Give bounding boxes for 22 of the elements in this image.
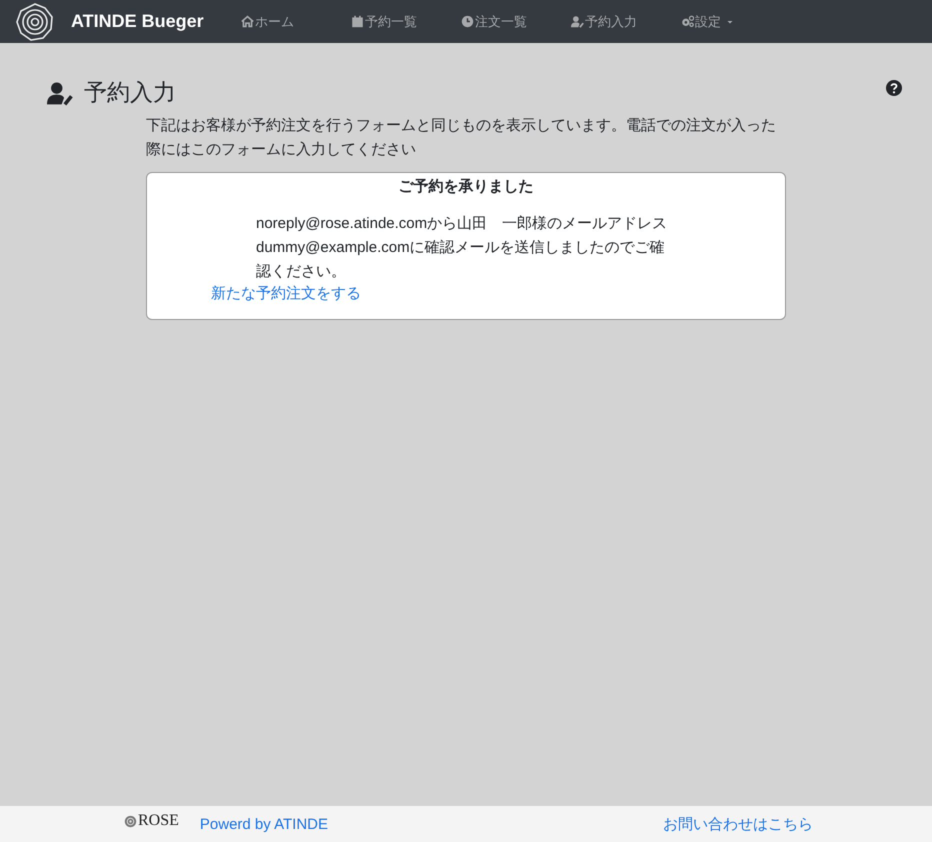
brand-name[interactable]: ATINDE Bueger — [71, 11, 241, 32]
rose-logo[interactable] — [15, 2, 55, 42]
page-description: 下記はお客様が予約注文を行うフォームと同じものを表示しています。電話での注文が入った際にはこのフォームに入力してください — [146, 116, 777, 160]
nav-link[interactable]: 注文一覧 — [461, 12, 571, 30]
user-edit-icon — [571, 15, 584, 28]
clock-icon — [461, 15, 474, 28]
gears-icon — [681, 15, 694, 28]
card-title: ご予約を承りました — [398, 177, 534, 197]
calendar-icon — [351, 15, 364, 28]
user-edit-icon — [45, 80, 75, 106]
nav-link[interactable]: 設定 — [681, 12, 791, 30]
nav-link[interactable]: ホーム — [241, 12, 351, 30]
nav-link[interactable]: 予約一覧 — [351, 12, 461, 30]
footer-logo: ROSE — [124, 812, 179, 830]
page-title: 予約入力 — [84, 78, 176, 107]
confirmation-message: noreply@rose.atinde.comから山田 一郎様のメールアドレスdummy@example.comに確認メールを送信しましたのでご確認ください。 — [256, 214, 668, 282]
contact-link[interactable]: お問い合わせはこちら — [663, 814, 813, 834]
home-icon — [241, 15, 254, 28]
powered-by-link[interactable]: Powerd by ATINDE — [200, 816, 328, 832]
new-order-link[interactable]: 新たな予約注文をする — [211, 284, 361, 303]
help-icon[interactable] — [886, 80, 902, 96]
nav-link[interactable]: 予約入力 — [571, 12, 681, 30]
